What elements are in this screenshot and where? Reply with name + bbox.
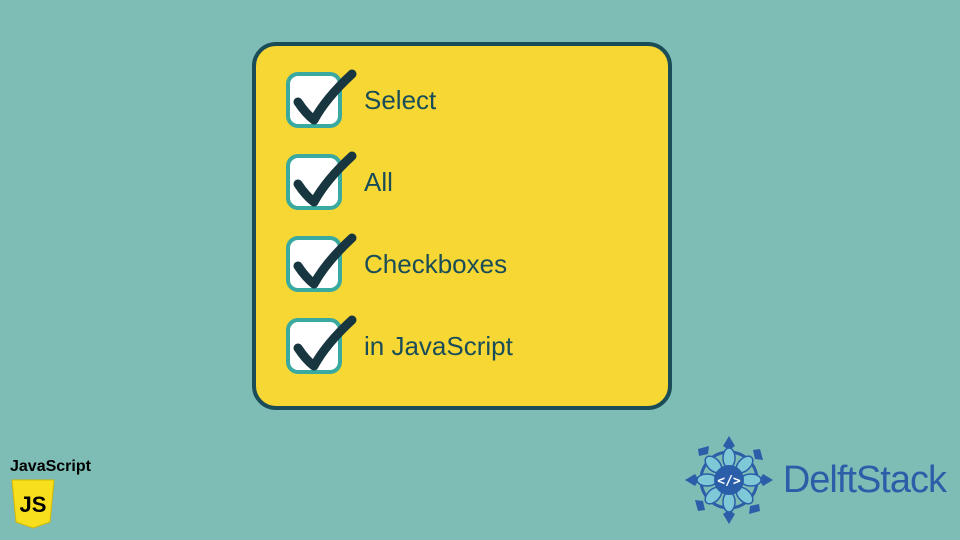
checklist-row: All [286, 154, 638, 210]
delftstack-logo: </> DelftStack [683, 434, 946, 526]
checklist-label: in JavaScript [364, 331, 513, 362]
checkmark-icon [288, 308, 360, 380]
checklist-label: Select [364, 85, 436, 116]
checkbox [286, 318, 342, 374]
svg-text:</>: </> [717, 474, 741, 489]
checkmark-icon [288, 144, 360, 216]
javascript-label: JavaScript [10, 458, 91, 476]
checklist-card: Select All Checkboxes in JavaScript [252, 42, 672, 410]
checkbox [286, 72, 342, 128]
checklist-row: in JavaScript [286, 318, 638, 374]
checklist-label: Checkboxes [364, 249, 507, 280]
checkmark-icon [288, 62, 360, 134]
javascript-badge: JavaScript JS [10, 458, 91, 530]
checklist-label: All [364, 167, 393, 198]
checklist-row: Select [286, 72, 638, 128]
checklist-row: Checkboxes [286, 236, 638, 292]
checkbox [286, 236, 342, 292]
delftstack-mandala-icon: </> [683, 434, 775, 526]
js-shield-icon: JS [10, 478, 56, 530]
checkbox [286, 154, 342, 210]
delftstack-text: DelftStack [783, 459, 946, 502]
svg-text:JS: JS [20, 492, 47, 517]
checkmark-icon [288, 226, 360, 298]
